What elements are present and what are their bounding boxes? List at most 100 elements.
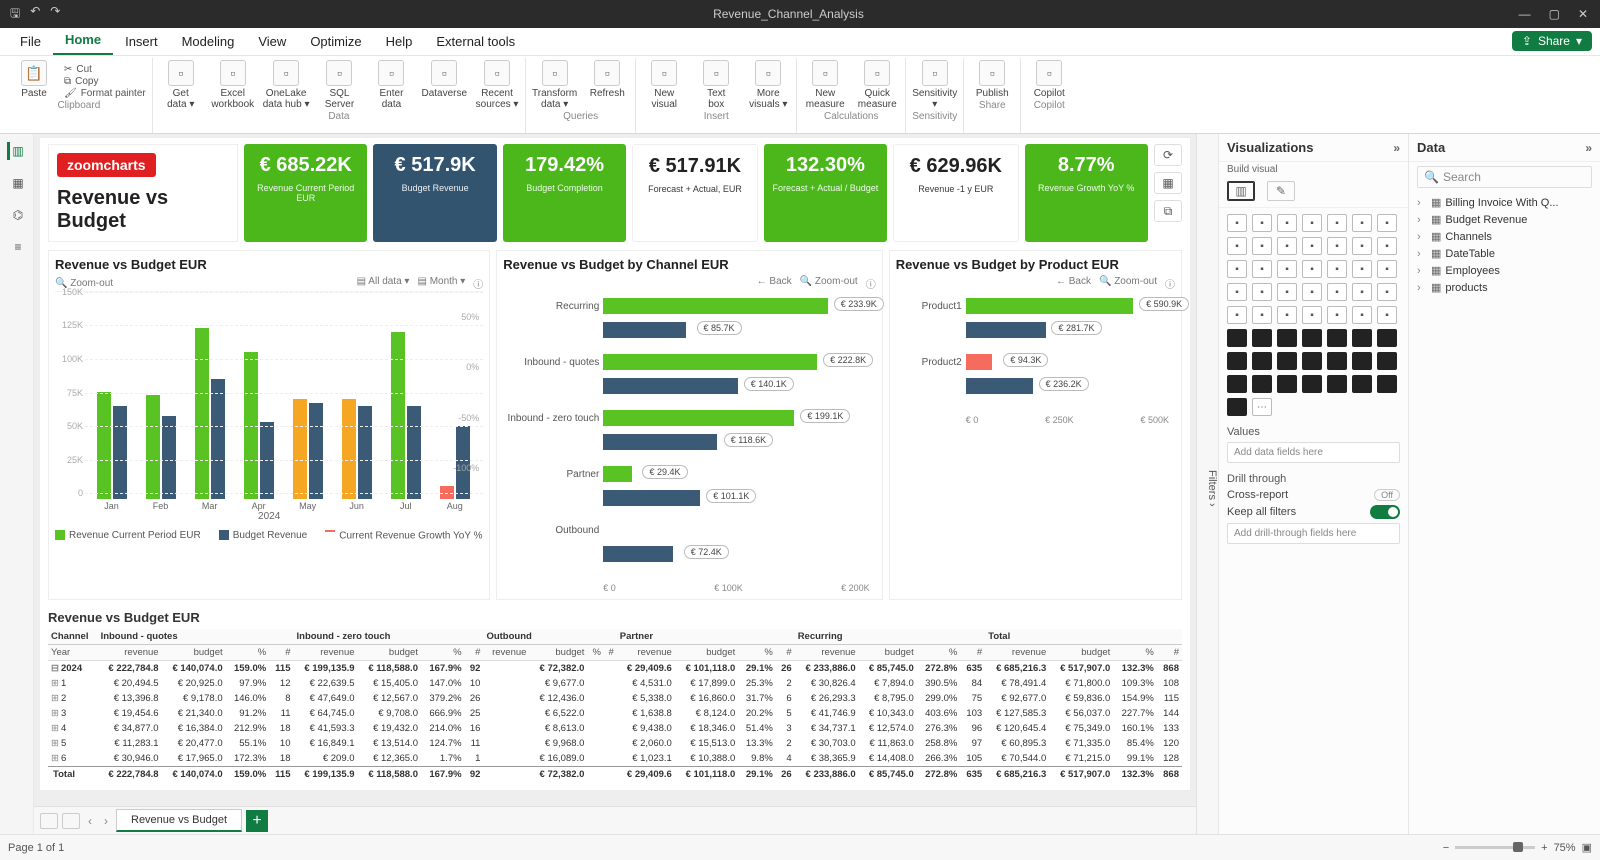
custom-viz-icon[interactable] <box>1277 329 1297 347</box>
calendar-icon[interactable]: ▦ <box>1154 172 1182 194</box>
month-dropdown[interactable]: ▤ Month ▾ <box>417 276 465 291</box>
collapse-icon[interactable]: » <box>1393 141 1400 155</box>
mobile-layout-icon[interactable] <box>62 813 80 829</box>
back-button[interactable]: ← Back <box>1056 276 1091 291</box>
kpi-card[interactable]: 132.30%Forecast + Actual / Budget <box>764 144 887 242</box>
ribbon-dataverse[interactable]: ▫Dataverse <box>421 60 467 110</box>
viz-type-icon[interactable]: ▪ <box>1302 283 1322 301</box>
custom-viz-icon[interactable] <box>1302 329 1322 347</box>
expand-icon[interactable]: ⊞ <box>51 678 61 689</box>
maximize-icon[interactable]: ▢ <box>1549 7 1560 21</box>
data-table-node[interactable]: ›▦Budget Revenue <box>1413 211 1596 228</box>
custom-viz-icon[interactable] <box>1252 375 1272 393</box>
menu-home[interactable]: Home <box>53 26 113 55</box>
ribbon-publish[interactable]: ▫Publish <box>970 60 1014 99</box>
kpi-card[interactable]: € 517.9KBudget Revenue <box>373 144 496 242</box>
build-visual-icon[interactable]: ▥ <box>1227 181 1255 201</box>
ribbon-refresh[interactable]: ▫Refresh <box>585 60 629 110</box>
copy-icon[interactable]: ⧉ <box>1154 200 1182 222</box>
viz-type-icon[interactable]: ▪ <box>1277 283 1297 301</box>
cut-button[interactable]: ✂ Cut <box>64 64 146 75</box>
expand-icon[interactable]: › <box>1417 214 1427 226</box>
kpi-card[interactable]: € 629.96KRevenue -1 y EUR <box>893 144 1018 242</box>
share-button[interactable]: ⇪Share▾ <box>1512 31 1592 51</box>
refresh-icon[interactable]: ⟳ <box>1154 144 1182 166</box>
collapse-icon[interactable]: » <box>1585 141 1592 155</box>
table-row[interactable]: ⊞5€ 11,283.1€ 20,477.055.1%10€ 16,849.1€… <box>48 736 1182 751</box>
expand-icon[interactable]: ⊞ <box>51 753 61 764</box>
custom-viz-icon[interactable] <box>1377 329 1397 347</box>
report-canvas[interactable]: zoomcharts Revenue vs Budget € 685.22KRe… <box>34 134 1196 834</box>
viz-type-icon[interactable]: ▪ <box>1327 237 1347 255</box>
zoom-out-button[interactable]: 🔍 Zoom-out <box>800 276 858 291</box>
viz-type-icon[interactable]: ▪ <box>1277 306 1297 324</box>
ribbon-sensitivity-[interactable]: ▫Sensitivity▾ <box>912 60 957 110</box>
custom-viz-icon[interactable] <box>1227 329 1247 347</box>
info-icon[interactable]: ⓘ <box>1165 276 1175 291</box>
viz-type-icon[interactable]: ▪ <box>1377 237 1397 255</box>
ribbon-recent-sources-[interactable]: ▫Recentsources ▾ <box>475 60 519 110</box>
data-table-node[interactable]: ›▦DateTable <box>1413 245 1596 262</box>
custom-viz-icon[interactable] <box>1252 329 1272 347</box>
menu-modeling[interactable]: Modeling <box>170 28 247 55</box>
viz-type-icon[interactable]: ▪ <box>1277 237 1297 255</box>
zoom-out-icon[interactable]: − <box>1443 842 1449 854</box>
viz-type-icon[interactable]: ▪ <box>1377 306 1397 324</box>
fit-page-icon[interactable]: ▣ <box>1582 841 1592 854</box>
cross-report-toggle[interactable]: Off <box>1374 489 1400 501</box>
zoom-slider[interactable] <box>1455 846 1535 849</box>
viz-type-icon[interactable]: ▪ <box>1352 283 1372 301</box>
table-row[interactable]: ⊞4€ 34,877.0€ 16,384.0212.9%18€ 41,593.3… <box>48 721 1182 736</box>
save-icon[interactable]: 🖫 <box>10 4 20 25</box>
viz-type-icon[interactable]: ▪ <box>1327 214 1347 232</box>
viz-type-icon[interactable]: ▪ <box>1302 237 1322 255</box>
viz-type-icon[interactable]: ▪ <box>1277 260 1297 278</box>
minimize-icon[interactable]: — <box>1519 7 1531 21</box>
viz-type-icon[interactable]: ▪ <box>1227 237 1247 255</box>
viz-type-icon[interactable]: ▪ <box>1327 306 1347 324</box>
expand-icon[interactable]: › <box>1417 248 1427 260</box>
format-painter-button[interactable]: 🖌 Format painter <box>64 88 146 99</box>
menu-optimize[interactable]: Optimize <box>298 28 373 55</box>
ribbon-onelake-data-hub-[interactable]: ▫OneLakedata hub ▾ <box>263 60 310 110</box>
redo-icon[interactable]: ↷ <box>50 4 60 25</box>
chart-by-product[interactable]: Revenue vs Budget by Product EUR ← Back … <box>889 250 1182 600</box>
custom-viz-icon[interactable] <box>1302 352 1322 370</box>
custom-viz-icon[interactable] <box>1227 352 1247 370</box>
back-button[interactable]: ← Back <box>757 276 792 291</box>
custom-viz-icon[interactable] <box>1377 375 1397 393</box>
model-view-icon[interactable]: ⌬ <box>7 206 27 224</box>
menu-external-tools[interactable]: External tools <box>424 28 527 55</box>
chart-by-channel[interactable]: Revenue vs Budget by Channel EUR ← Back … <box>496 250 882 600</box>
table-row[interactable]: ⊞3€ 19,454.6€ 21,340.091.2%11€ 64,745.0€… <box>48 706 1182 721</box>
ribbon-text-box[interactable]: ▫Textbox <box>694 60 738 110</box>
ribbon-transform-data-[interactable]: ▫Transformdata ▾ <box>532 60 577 110</box>
menu-file[interactable]: File <box>8 28 53 55</box>
chart-revenue-vs-budget[interactable]: Revenue vs Budget EUR 🔍 Zoom-out ▤ All d… <box>48 250 490 600</box>
info-icon[interactable]: ⓘ <box>866 276 876 291</box>
viz-type-icon[interactable]: ▪ <box>1277 214 1297 232</box>
kpi-card[interactable]: 8.77%Revenue Growth YoY % <box>1025 144 1148 242</box>
expand-icon[interactable]: › <box>1417 231 1427 243</box>
keep-filters-toggle[interactable] <box>1370 505 1400 519</box>
custom-viz-icon[interactable] <box>1277 352 1297 370</box>
undo-icon[interactable]: ↶ <box>30 4 40 25</box>
viz-type-icon[interactable]: ▪ <box>1302 306 1322 324</box>
matrix-visual[interactable]: Revenue vs Budget EUR ChannelInbound - q… <box>48 610 1182 782</box>
report-view-icon[interactable]: ▥ <box>7 142 27 160</box>
viz-type-icon[interactable]: ▪ <box>1252 306 1272 324</box>
zoom-out-button[interactable]: 🔍 Zoom-out <box>1099 276 1157 291</box>
expand-icon[interactable]: ⊞ <box>51 708 61 719</box>
kpi-card[interactable]: € 517.91KForecast + Actual, EUR <box>632 144 757 242</box>
ribbon-get-data-[interactable]: ▫Getdata ▾ <box>159 60 203 110</box>
custom-viz-icon[interactable] <box>1227 375 1247 393</box>
viz-type-icon[interactable]: ▪ <box>1302 214 1322 232</box>
format-visual-icon[interactable]: ✎ <box>1267 181 1295 201</box>
custom-viz-icon[interactable] <box>1277 375 1297 393</box>
viz-type-icon[interactable]: ▪ <box>1252 214 1272 232</box>
viz-type-icon[interactable]: ▪ <box>1327 260 1347 278</box>
data-search[interactable]: 🔍Search <box>1417 166 1592 188</box>
data-table-node[interactable]: ›▦Employees <box>1413 262 1596 279</box>
page-tab[interactable]: Revenue vs Budget <box>116 809 242 832</box>
zoom-in-icon[interactable]: + <box>1541 842 1547 854</box>
